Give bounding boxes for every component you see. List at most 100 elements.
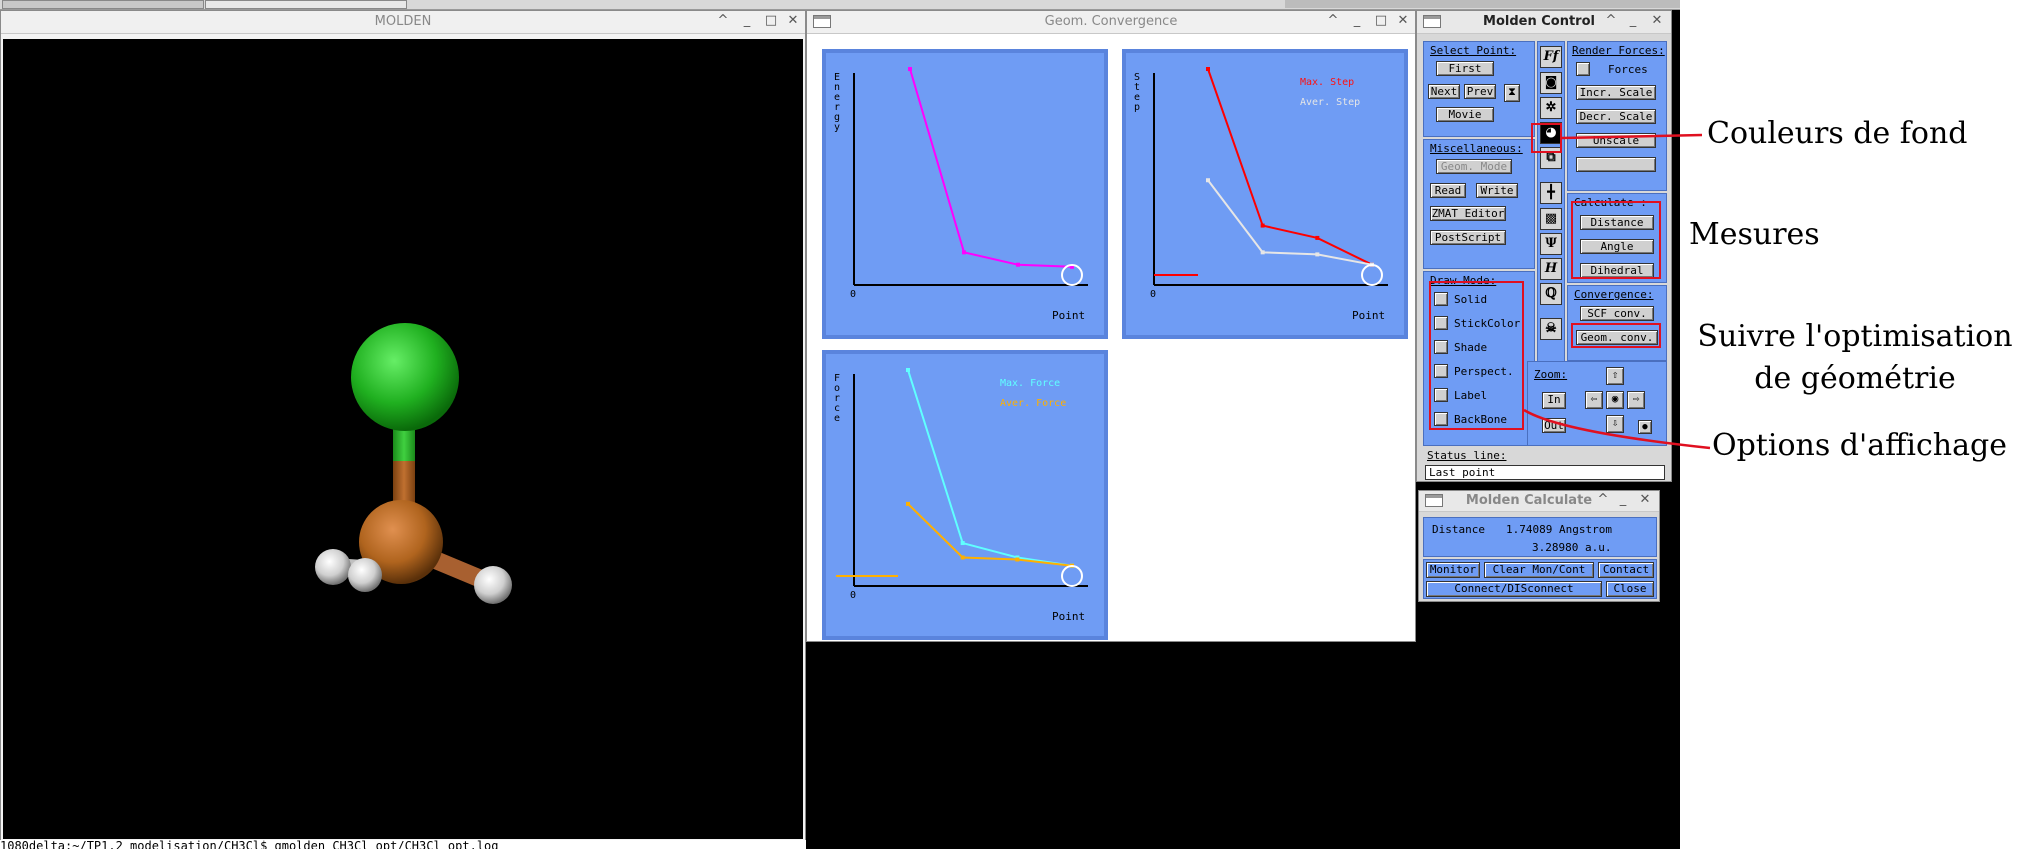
distance-au: 3.28980 a.u. (1532, 541, 1612, 554)
close-icon[interactable]: ✕ (785, 13, 801, 28)
zmat-editor-button[interactable]: ZMAT Editor (1430, 206, 1506, 221)
maximize-up-icon[interactable]: ^ (1603, 13, 1619, 28)
rotate-up-icon[interactable]: ⇧ (1606, 367, 1624, 385)
prev-button[interactable]: Prev (1464, 84, 1496, 99)
control-titlebar[interactable]: Molden Control ^ _ ✕ (1417, 11, 1671, 34)
scf-conv-button[interactable]: SCF conv. (1580, 306, 1654, 321)
font-icon[interactable]: Ff (1540, 46, 1562, 68)
clear-mon-cont-button[interactable]: Clear Mon/Cont (1484, 562, 1594, 578)
x-axis-label: Point (1352, 309, 1386, 322)
distance-angstrom: 1.74089 Angstrom (1506, 523, 1612, 536)
calc-titlebar[interactable]: Molden Calculate ^ _ ✕ (1419, 491, 1659, 512)
close-button[interactable]: Close (1606, 581, 1654, 597)
taskbar-tray (1285, 0, 1680, 8)
bond-c (393, 461, 415, 506)
molecule-viewport[interactable] (3, 39, 803, 839)
data-point (1260, 250, 1265, 255)
energy-plot (853, 67, 1088, 286)
desktop-background (806, 640, 1680, 849)
blank-button[interactable] (1576, 157, 1656, 172)
maximize-icon[interactable]: □ (1373, 13, 1389, 28)
skull-icon[interactable]: ☠ (1540, 318, 1562, 340)
legend-aver-force: Aver. Force (1000, 398, 1067, 409)
select-point-label: Select Point: (1430, 44, 1517, 57)
maximize-up-icon[interactable]: ^ (1595, 492, 1611, 507)
zoom-out-button[interactable]: Out (1542, 418, 1566, 433)
camera-icon[interactable]: ◙ (1540, 72, 1562, 94)
minimize-icon[interactable]: _ (739, 13, 755, 28)
reset-view-icon[interactable]: ◉ (1606, 391, 1624, 409)
rotate-down-icon[interactable]: ⇩ (1606, 415, 1624, 433)
write-button[interactable]: Write (1476, 183, 1518, 198)
conv-titlebar[interactable]: Geom. Convergence ^ _ □ ✕ (807, 11, 1415, 34)
minimize-icon[interactable]: _ (1349, 13, 1365, 28)
contact-button[interactable]: Contact (1598, 562, 1654, 578)
data-point (1315, 252, 1320, 257)
render-forces-label: Render Forces: (1572, 44, 1665, 57)
molecule-render (315, 323, 512, 604)
highlight-geom-conv (1571, 323, 1661, 348)
maximize-up-icon[interactable]: ^ (715, 13, 731, 28)
rotate-left-icon[interactable]: ⇦ (1585, 391, 1603, 409)
annotation-follow-line1: Suivre l'optimisation (1697, 319, 2013, 354)
energy-ylabel: Energy (834, 72, 841, 133)
incr-scale-button[interactable]: Incr. Scale (1576, 85, 1656, 100)
status-line-field: Last point (1425, 465, 1665, 480)
surface-icon[interactable]: ▩ (1540, 208, 1562, 230)
annotation-display-options: Options d'affichage (1712, 428, 2007, 463)
unscale-button[interactable]: Unscale (1576, 133, 1656, 148)
taskbar-item[interactable] (2, 0, 204, 9)
maximize-up-icon[interactable]: ^ (1325, 13, 1341, 28)
postscript-button[interactable]: PostScript (1430, 230, 1506, 245)
forces-checkbox[interactable] (1576, 62, 1590, 76)
hydrogen-bond-icon[interactable]: H (1540, 258, 1562, 280)
calc-result-panel: Distance 1.74089 Angstrom 3.28980 a.u. (1423, 517, 1657, 557)
data-point (1206, 67, 1210, 71)
terminal-line: 1080delta:~/TP1.2_modelisation/CH3Cl$ gm… (0, 840, 806, 849)
orbital-icon[interactable]: Ψ (1540, 233, 1562, 255)
maximize-icon[interactable]: □ (763, 13, 779, 28)
series-line (907, 503, 1073, 567)
decr-scale-button[interactable]: Decr. Scale (1576, 109, 1656, 124)
zoom-in-button[interactable]: In (1542, 392, 1566, 409)
minimize-icon[interactable]: _ (1615, 492, 1631, 507)
hourglass-icon[interactable]: ⧗ (1504, 84, 1520, 102)
close-icon[interactable]: ✕ (1637, 492, 1653, 507)
legend-aver-step: Aver. Step (1300, 97, 1361, 108)
rotate-right-icon[interactable]: ⇨ (1627, 391, 1645, 409)
chlorine-atom (351, 323, 459, 431)
hydrogen-atom (348, 558, 382, 592)
data-point (1015, 557, 1020, 562)
data-point (906, 368, 910, 372)
taskbar-item[interactable] (205, 0, 407, 9)
origin-label: 0 (1150, 289, 1157, 300)
shell-icon[interactable]: ℚ (1540, 283, 1562, 305)
calc-buttons-panel: Monitor Clear Mon/Cont Contact Connect/D… (1423, 559, 1657, 599)
movie-button[interactable]: Movie (1436, 107, 1494, 122)
force-chart: Force Max. Force Aver. Force 0 Point (822, 350, 1108, 640)
hydrogen-atom (474, 566, 512, 604)
connect-disconnect-button[interactable]: Connect/DISconnect (1426, 581, 1602, 597)
translate-icon[interactable]: ● (1638, 420, 1652, 434)
molecule-icon[interactable]: ✲ (1540, 97, 1562, 119)
first-button[interactable]: First (1436, 61, 1494, 76)
read-button[interactable]: Read (1430, 183, 1466, 198)
axes-icon[interactable]: ╋ (1540, 182, 1562, 204)
zoom-panel: Zoom: In Out ⇧ ⇦ ◉ ⇨ ⇩ ● (1527, 361, 1667, 446)
molden-titlebar[interactable]: MOLDEN ^ _ □ ✕ (1, 11, 805, 34)
data-point (960, 541, 965, 546)
annotation-follow-line2: de géométrie (1754, 361, 1956, 396)
miscellaneous-label: Miscellaneous: (1430, 142, 1523, 155)
select-point-panel: Select Point: First Next Prev ⧗ Movie (1423, 41, 1535, 137)
data-point (1016, 262, 1020, 267)
highlight-measures (1571, 201, 1661, 279)
monitor-button[interactable]: Monitor (1426, 562, 1480, 578)
render-forces-panel: Render Forces: Forces Incr. Scale Decr. … (1567, 41, 1667, 191)
minimize-icon[interactable]: _ (1625, 13, 1641, 28)
data-point (960, 555, 965, 560)
legend-max-force: Max. Force (1000, 378, 1061, 389)
data-point (1206, 178, 1210, 183)
close-icon[interactable]: ✕ (1649, 13, 1665, 28)
geom-mode-button[interactable]: Geom. Mode (1436, 159, 1512, 174)
next-button[interactable]: Next (1428, 84, 1460, 99)
